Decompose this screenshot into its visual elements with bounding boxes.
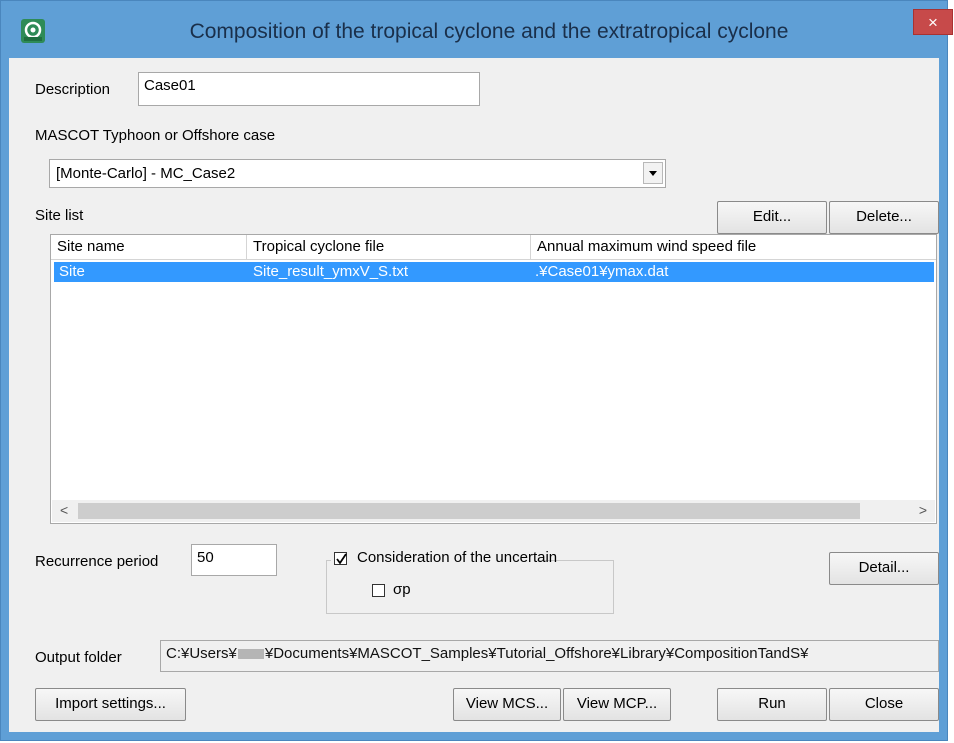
table-row[interactable]: Site Site_result_ymxV_S.txt .¥Case01¥yma…	[54, 262, 934, 282]
column-header-tropical-file[interactable]: Tropical cyclone file	[247, 235, 531, 260]
cell-annual-file: .¥Case01¥ymax.dat	[535, 263, 669, 280]
uncertainty-label: Consideration of the uncertain	[357, 549, 558, 566]
dropdown-arrow-icon[interactable]	[643, 162, 663, 184]
title-bar[interactable]: Composition of the tropical cyclone and …	[1, 1, 953, 57]
scroll-left-icon[interactable]: <	[60, 502, 68, 518]
window-title: Composition of the tropical cyclone and …	[189, 20, 789, 43]
description-label: Description	[35, 81, 111, 98]
sigma-p-checkbox[interactable]	[372, 584, 385, 597]
scrollbar-thumb[interactable]	[78, 503, 860, 519]
output-folder-path-prefix: C:¥Users¥	[166, 645, 237, 662]
recurrence-period-label: Recurrence period	[35, 553, 159, 570]
sigma-p-label: σp	[393, 581, 411, 598]
close-button[interactable]: Close	[829, 688, 939, 721]
output-folder-label: Output folder	[35, 649, 122, 666]
site-list-table[interactable]: Site name Tropical cyclone file Annual m…	[50, 234, 937, 524]
view-mcs-button[interactable]: View MCS...	[453, 688, 561, 721]
column-header-site-name[interactable]: Site name	[51, 235, 247, 260]
dialog-window: Composition of the tropical cyclone and …	[0, 0, 953, 741]
close-window-button[interactable]: ×	[913, 9, 953, 35]
cell-site-name: Site	[59, 263, 85, 280]
cell-tropical-file: Site_result_ymxV_S.txt	[253, 263, 409, 280]
output-folder-field[interactable]: C:¥Users¥ ¥Documents¥MASCOT_Samples¥Tutor…	[160, 640, 939, 672]
mascot-case-select[interactable]: [Monte-Carlo] - MC_Case2	[49, 159, 666, 188]
recurrence-period-input[interactable]: 50	[191, 544, 277, 576]
description-input[interactable]: Case01	[138, 72, 480, 106]
mascot-case-label: MASCOT Typhoon or Offshore case	[35, 127, 276, 144]
scroll-right-icon[interactable]: >	[919, 502, 927, 518]
import-settings-button[interactable]: Import settings...	[35, 688, 186, 721]
output-folder-path-suffix: ¥Documents¥MASCOT_Samples¥Tutorial_Offsh…	[264, 645, 809, 662]
delete-button[interactable]: Delete...	[829, 201, 939, 234]
detail-button[interactable]: Detail...	[829, 552, 939, 585]
redacted-username	[237, 649, 264, 660]
site-list-label: Site list	[35, 207, 84, 224]
uncertainty-checkbox-row[interactable]: Consideration of the uncertain	[331, 549, 557, 569]
dialog-client-area: Description Case01 MASCOT Typhoon or Off…	[9, 58, 939, 732]
view-mcp-button[interactable]: View MCP...	[563, 688, 671, 721]
horizontal-scrollbar[interactable]: < >	[52, 500, 935, 522]
mascot-case-selected: [Monte-Carlo] - MC_Case2	[56, 165, 236, 182]
run-button[interactable]: Run	[717, 688, 827, 721]
checkmark-icon	[336, 553, 347, 565]
column-header-annual-file[interactable]: Annual maximum wind speed file	[531, 235, 936, 260]
uncertainty-checkbox[interactable]	[334, 552, 347, 565]
edit-button[interactable]: Edit...	[717, 201, 827, 234]
